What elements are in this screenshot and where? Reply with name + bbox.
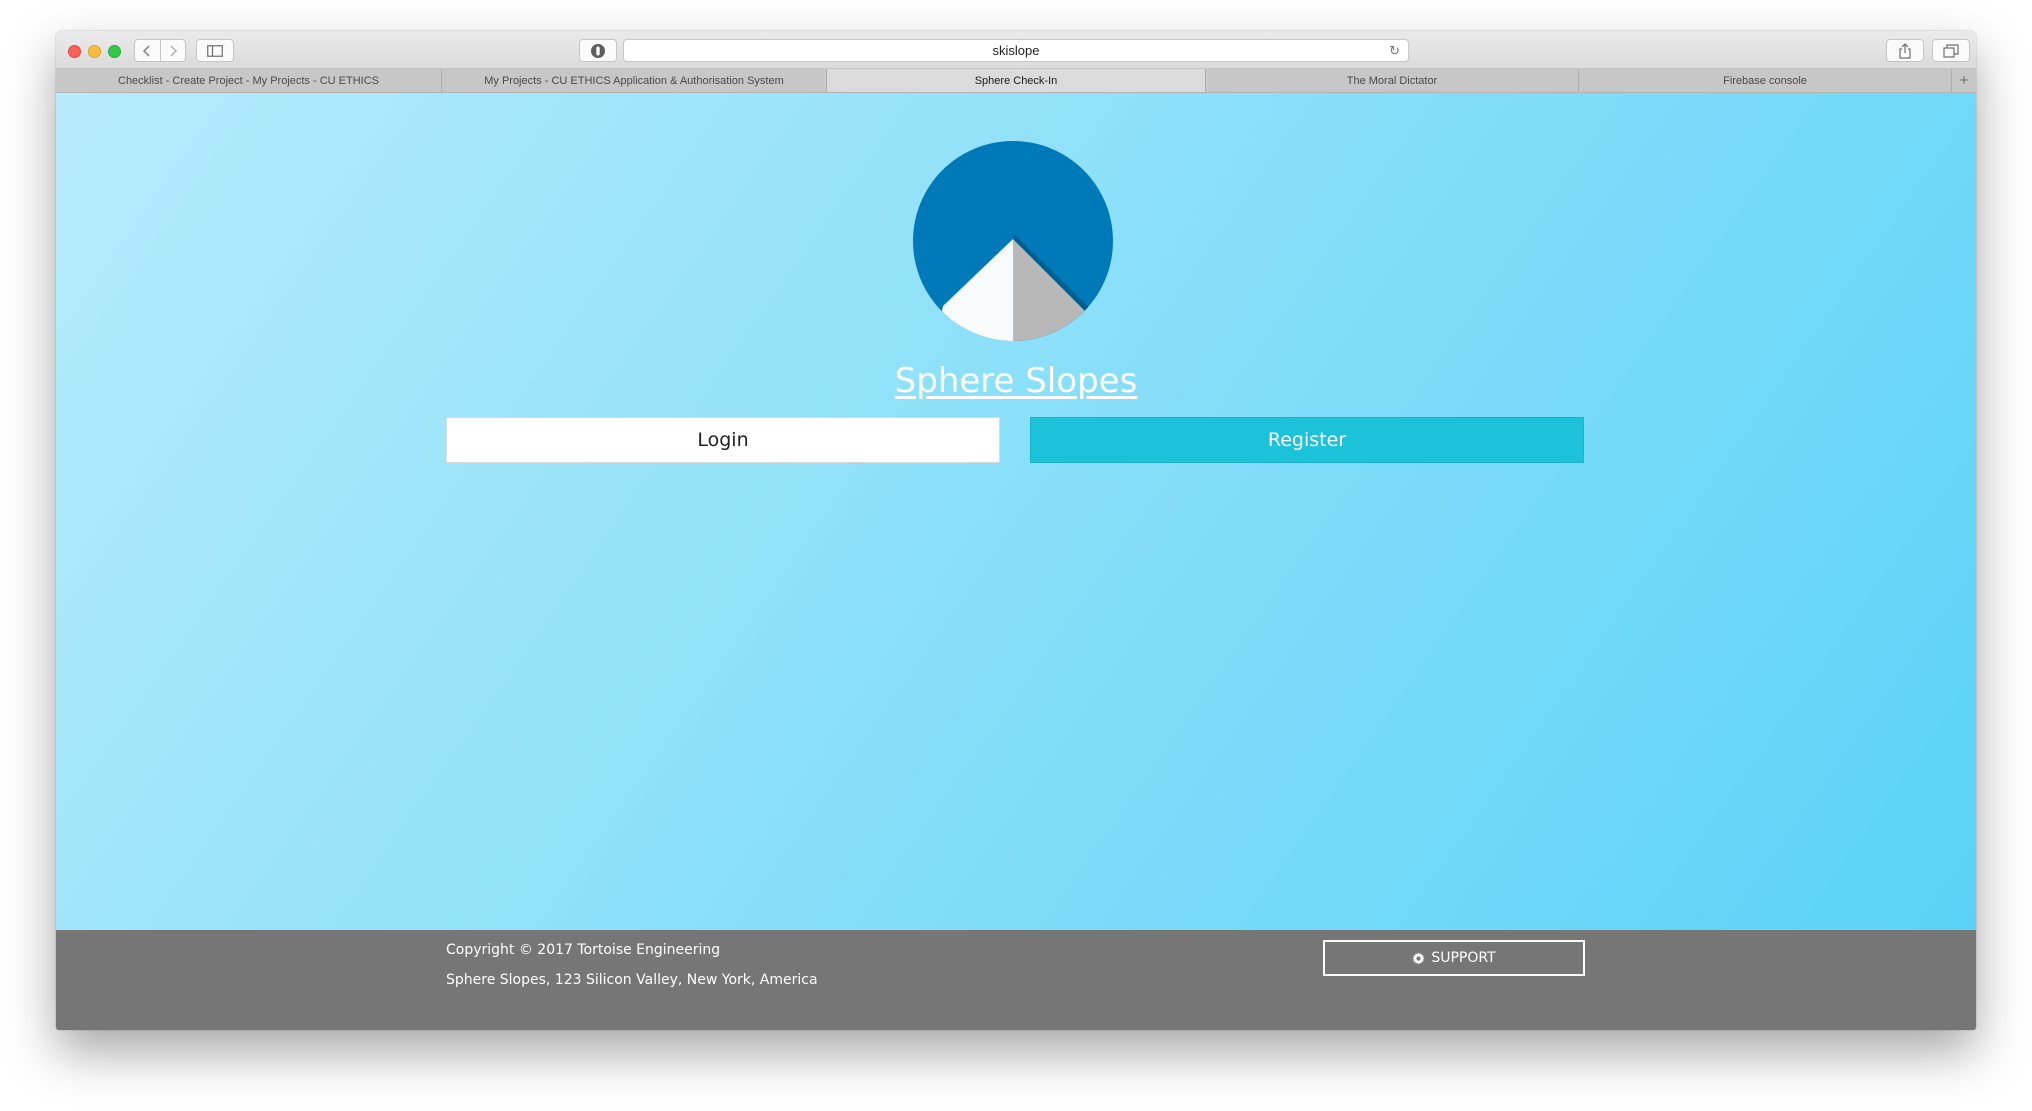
tab-firebase-console[interactable]: Firebase console xyxy=(1579,69,1952,92)
close-window-button[interactable] xyxy=(68,45,81,58)
back-button[interactable] xyxy=(135,40,160,61)
page-title[interactable]: Sphere Slopes xyxy=(56,361,1976,401)
tab-label: Sphere Check-In xyxy=(974,74,1058,87)
reload-icon[interactable]: ↻ xyxy=(1389,43,1400,59)
tab-label: Checklist - Create Project - My Projects… xyxy=(118,74,379,87)
tab-overview-button[interactable] xyxy=(1932,39,1970,62)
minimize-window-button[interactable] xyxy=(88,45,101,58)
register-button[interactable]: Register xyxy=(1030,417,1584,463)
tab-checklist[interactable]: Checklist - Create Project - My Projects… xyxy=(56,69,442,92)
tab-my-projects[interactable]: My Projects - CU ETHICS Application & Au… xyxy=(442,69,827,92)
chevron-right-icon xyxy=(170,44,177,57)
login-button[interactable]: Login xyxy=(446,417,1000,463)
shield-icon xyxy=(591,43,605,58)
tab-moral-dictator[interactable]: The Moral Dictator xyxy=(1206,69,1579,92)
share-icon xyxy=(1899,42,1911,59)
browser-window: skislope ↻ Checklist - Create Project - … xyxy=(56,31,1976,1030)
tab-label: My Projects - CU ETHICS Application & Au… xyxy=(484,74,784,87)
address-text: Sphere Slopes, 123 Silicon Valley, New Y… xyxy=(446,972,818,988)
copyright-text: Copyright © 2017 Tortoise Engineering xyxy=(446,942,721,958)
page-content: Sphere Slopes Login Register xyxy=(56,93,1976,930)
plus-icon: + xyxy=(1959,72,1969,89)
support-label: SUPPORT xyxy=(1431,950,1496,966)
sidebar-toggle-button[interactable] xyxy=(196,39,234,62)
gear-icon xyxy=(1412,951,1425,965)
tab-overview-icon xyxy=(1943,43,1959,58)
support-button[interactable]: SUPPORT xyxy=(1323,940,1585,976)
new-tab-button[interactable]: + xyxy=(1952,69,1976,92)
address-bar[interactable]: skislope ↻ xyxy=(623,39,1409,62)
tab-label: The Moral Dictator xyxy=(1346,74,1438,87)
tab-label: Firebase console xyxy=(1723,74,1807,87)
page-footer: Copyright © 2017 Tortoise Engineering Sp… xyxy=(56,930,1976,1030)
url-text: skislope xyxy=(992,43,1040,58)
forward-button[interactable] xyxy=(159,40,186,61)
share-button[interactable] xyxy=(1886,39,1924,62)
sphere-slopes-logo xyxy=(913,141,1113,341)
privacy-button[interactable] xyxy=(579,39,617,62)
chevron-left-icon xyxy=(143,44,150,57)
navigation-buttons xyxy=(134,39,186,62)
browser-toolbar: skislope ↻ xyxy=(56,31,1976,69)
sidebar-icon xyxy=(207,44,223,57)
tab-sphere-check-in[interactable]: Sphere Check-In xyxy=(827,69,1206,92)
zoom-window-button[interactable] xyxy=(108,45,121,58)
tab-bar: Checklist - Create Project - My Projects… xyxy=(56,69,1976,93)
